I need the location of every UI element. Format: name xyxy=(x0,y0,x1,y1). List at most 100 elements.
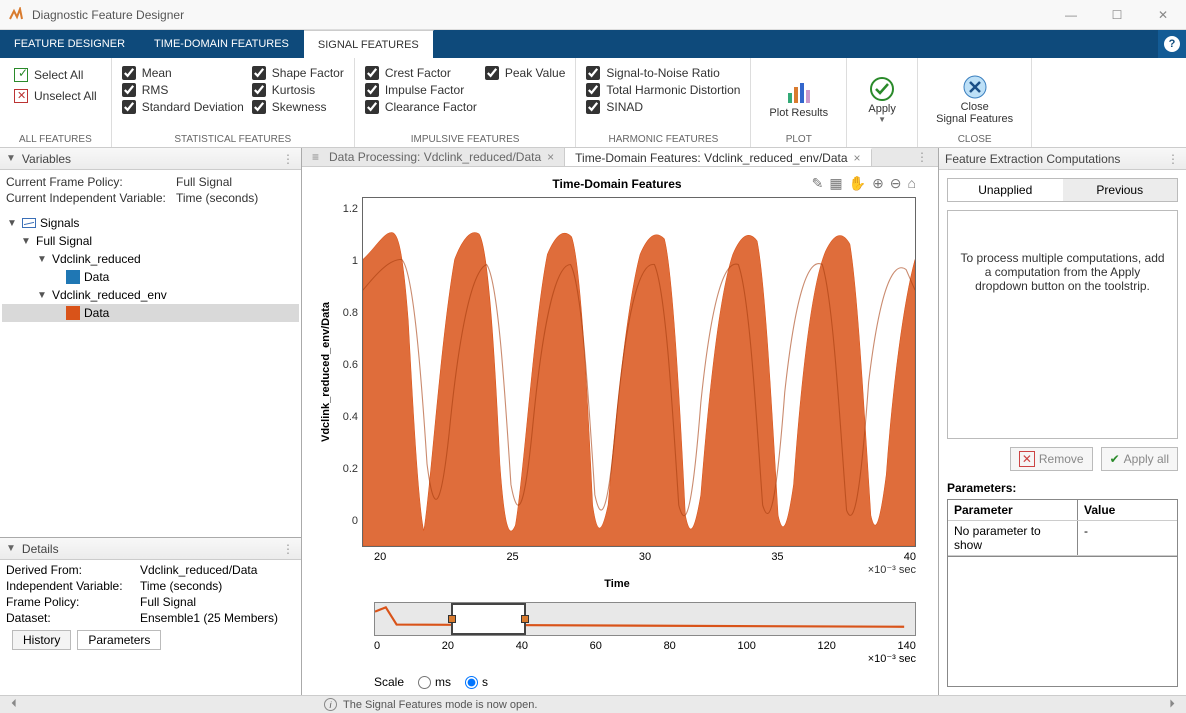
chk-std[interactable]: Standard Deviation xyxy=(122,100,244,114)
overview-x-exponent: ×10⁻³ sec xyxy=(374,652,916,665)
chk-kurtosis[interactable]: Kurtosis xyxy=(252,83,344,97)
plot-icon xyxy=(786,81,812,105)
close-tab-icon[interactable]: × xyxy=(854,151,861,165)
brush-icon[interactable]: ✎ xyxy=(812,175,824,192)
panner-overview[interactable] xyxy=(374,602,916,636)
group-harmonic-label: HARMONIC FEATURES xyxy=(586,132,740,147)
details-tab-history[interactable]: History xyxy=(12,630,71,650)
select-all-icon xyxy=(14,68,28,82)
group-close-label: CLOSE xyxy=(928,132,1021,147)
signal-icon xyxy=(22,218,36,228)
doctabs-menu-icon[interactable]: ⋮ xyxy=(906,148,938,166)
tab-unapplied[interactable]: Unapplied xyxy=(948,179,1063,201)
computations-message: To process multiple computations, add a … xyxy=(947,210,1178,439)
feature-extraction-panel-header: Feature Extraction Computations ⋮ xyxy=(939,148,1186,170)
tree-vdclink-reduced[interactable]: ▼Vdclink_reduced xyxy=(2,250,299,268)
toolstrip-tabs: FEATURE DESIGNER TIME-DOMAIN FEATURES SI… xyxy=(0,30,1186,58)
info-icon: i xyxy=(324,698,337,711)
document-tabs: ≡Data Processing: Vdclink_reduced/Data× … xyxy=(302,148,938,167)
x-ticks: 2025303540 xyxy=(374,547,916,563)
tab-time-domain-features[interactable]: TIME-DOMAIN FEATURES xyxy=(140,30,304,58)
close-signal-features-button[interactable]: Close Signal Features xyxy=(928,62,1021,132)
group-stat-label: STATISTICAL FEATURES xyxy=(122,132,344,147)
select-all-button[interactable]: Select All xyxy=(10,66,101,84)
data-cursor-icon[interactable]: ▦ xyxy=(829,175,842,192)
chk-snr[interactable]: Signal-to-Noise Ratio xyxy=(586,66,740,80)
chk-peak-value[interactable]: Peak Value xyxy=(485,66,566,80)
chk-skewness[interactable]: Skewness xyxy=(252,100,344,114)
details-menu-icon[interactable]: ⋮ xyxy=(282,542,295,556)
pan-icon[interactable]: ✋ xyxy=(849,175,866,192)
doctab-data-processing[interactable]: ≡Data Processing: Vdclink_reduced/Data× xyxy=(302,148,565,166)
ribbon: Select All Unselect All ALL FEATURES Mea… xyxy=(0,58,1186,148)
tree-full-signal[interactable]: ▼Full Signal xyxy=(2,232,299,250)
no-param-cell: No parameter to show xyxy=(948,521,1078,555)
home-icon[interactable]: ⌂ xyxy=(908,175,916,192)
apply-icon xyxy=(870,77,894,101)
apply-button[interactable]: Apply ▼ xyxy=(857,62,907,132)
minimize-button[interactable]: — xyxy=(1048,0,1094,30)
x-axis-label: Time xyxy=(318,578,916,590)
right-menu-icon[interactable]: ⋮ xyxy=(1167,152,1180,166)
variables-tree: ▼Signals ▼Full Signal ▼Vdclink_reduced D… xyxy=(0,210,301,326)
param-header: Parameter xyxy=(948,500,1078,520)
scale-s-radio[interactable]: s xyxy=(465,675,488,689)
help-button[interactable]: ? xyxy=(1158,30,1186,58)
chk-crest-factor[interactable]: Crest Factor xyxy=(365,66,477,80)
chk-clearance-factor[interactable]: Clearance Factor xyxy=(365,100,477,114)
panner-handle-left[interactable] xyxy=(448,615,456,623)
close-tab-icon[interactable]: × xyxy=(547,150,554,164)
tree-vdclink-reduced-env[interactable]: ▼Vdclink_reduced_env xyxy=(2,286,299,304)
status-next-icon[interactable]: ⏵ xyxy=(1164,698,1180,711)
details-tab-parameters[interactable]: Parameters xyxy=(77,630,161,650)
unselect-all-button[interactable]: Unselect All xyxy=(10,87,101,105)
chk-thd[interactable]: Total Harmonic Distortion xyxy=(586,83,740,97)
blue-swatch-icon xyxy=(66,270,80,284)
tree-vdc-env-data[interactable]: Data xyxy=(2,304,299,322)
variables-panel-header: ▼ Variables ⋮ xyxy=(0,148,301,170)
tab-signal-features[interactable]: SIGNAL FEATURES xyxy=(304,30,434,58)
chk-sinad[interactable]: SINAD xyxy=(586,100,740,114)
group-plot-label: PLOT xyxy=(761,132,836,147)
zoom-in-icon[interactable]: ⊕ xyxy=(872,175,884,192)
x-axis-exponent: ×10⁻³ sec xyxy=(318,563,916,576)
unselect-all-icon xyxy=(14,89,28,103)
tree-signals[interactable]: ▼Signals xyxy=(2,214,299,232)
parameters-heading: Parameters: xyxy=(947,481,1178,495)
main-axes[interactable] xyxy=(362,197,916,547)
chk-mean[interactable]: Mean xyxy=(122,66,244,80)
overview-x-ticks: 020406080100120140 xyxy=(374,640,916,652)
chevron-down-icon[interactable]: ▼ xyxy=(6,543,16,554)
value-header: Value xyxy=(1078,500,1121,520)
details-panel-header: ▼ Details ⋮ xyxy=(0,538,301,560)
group-all-features-label: ALL FEATURES xyxy=(10,132,101,147)
variables-menu-icon[interactable]: ⋮ xyxy=(282,152,295,166)
chk-rms[interactable]: RMS xyxy=(122,83,244,97)
signal-plot xyxy=(363,198,915,546)
remove-button[interactable]: ✕Remove xyxy=(1010,447,1093,471)
close-window-button[interactable]: ✕ xyxy=(1140,0,1186,30)
plot-results-button[interactable]: Plot Results xyxy=(761,62,836,132)
tree-vdc-data[interactable]: Data xyxy=(2,268,299,286)
doctab-time-domain-features[interactable]: Time-Domain Features: Vdclink_reduced_en… xyxy=(565,148,871,166)
tab-previous[interactable]: Previous xyxy=(1063,179,1178,201)
status-prev-icon[interactable]: ⏴ xyxy=(6,698,22,711)
panner-selection[interactable] xyxy=(451,603,527,635)
status-text: The Signal Features mode is now open. xyxy=(343,699,537,711)
scale-ms-radio[interactable]: ms xyxy=(418,675,451,689)
apply-all-button[interactable]: ✔Apply all xyxy=(1101,447,1178,471)
remove-icon: ✕ xyxy=(1019,451,1035,467)
close-icon xyxy=(963,75,987,99)
zoom-out-icon[interactable]: ⊖ xyxy=(890,175,902,192)
chk-shape-factor[interactable]: Shape Factor xyxy=(252,66,344,80)
chk-impulse-factor[interactable]: Impulse Factor xyxy=(365,83,477,97)
maximize-button[interactable]: ☐ xyxy=(1094,0,1140,30)
chevron-down-icon[interactable]: ▼ xyxy=(6,153,16,164)
window-title: Diagnostic Feature Designer xyxy=(32,8,1048,22)
y-ticks: 1.210.80.60.40.20 xyxy=(334,197,362,547)
y-axis-label: Vdclink_reduced_env/Data xyxy=(318,197,334,547)
parameters-table: ParameterValue No parameter to show- xyxy=(947,499,1178,557)
panner-handle-right[interactable] xyxy=(521,615,529,623)
title-bar: Diagnostic Feature Designer — ☐ ✕ xyxy=(0,0,1186,30)
tab-feature-designer[interactable]: FEATURE DESIGNER xyxy=(0,30,140,58)
